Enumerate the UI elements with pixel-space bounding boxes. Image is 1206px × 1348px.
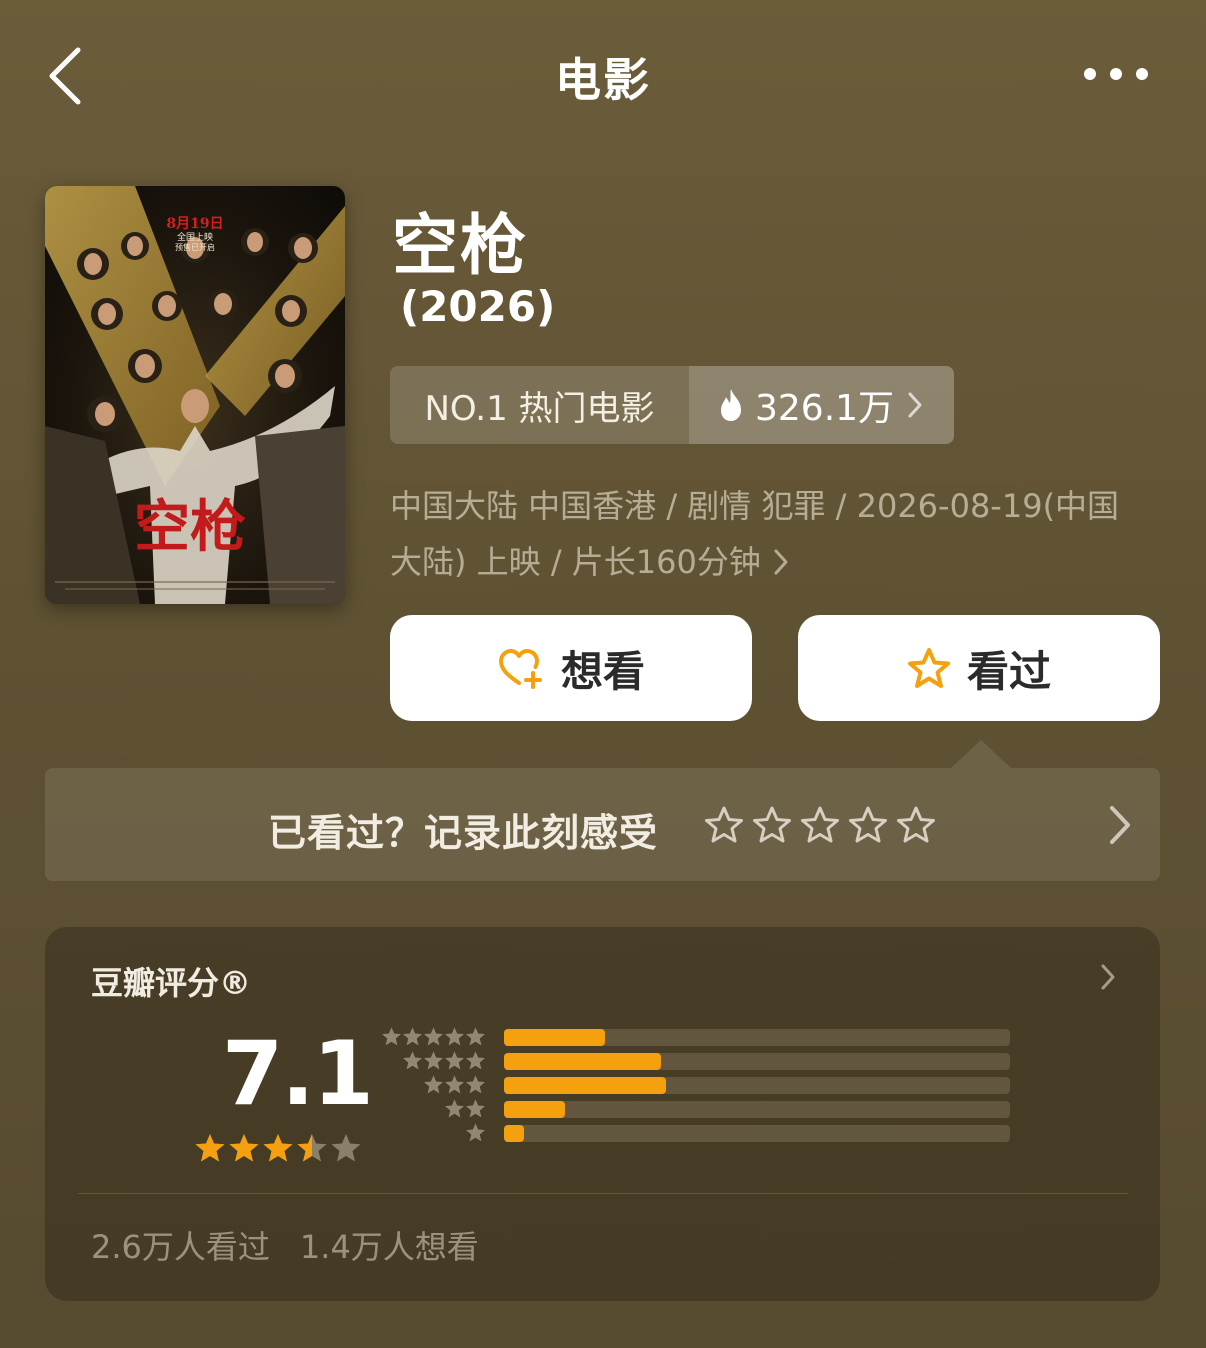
movie-poster[interactable]: 8月19日 全国上映 预售已开启 空枪 (45, 186, 345, 604)
distribution-row-1-star (380, 1122, 1020, 1146)
poster-image: 8月19日 全国上映 预售已开启 空枪 (45, 186, 345, 604)
small-star-icon (444, 1099, 465, 1118)
more-button[interactable] (1084, 66, 1148, 82)
star-outline-icon[interactable] (704, 805, 744, 845)
want-label: 想看 (560, 646, 645, 696)
poster-title-art: 空枪 (134, 494, 246, 560)
poster-release-date: 8月19日 (166, 216, 223, 232)
watched-button[interactable]: 看过 (798, 615, 1160, 721)
distribution-row-2-star (380, 1098, 1020, 1122)
movie-meta[interactable]: 中国大陆 中国香港 / 剧情 犯罪 / 2026-08-19(中国 大陆) 上映… (390, 478, 1150, 590)
distribution-star-label (423, 1074, 486, 1095)
small-star-icon (423, 1051, 444, 1070)
more-dot-icon (1110, 68, 1122, 80)
star-outline-icon[interactable] (752, 805, 792, 845)
small-star-icon (423, 1027, 444, 1046)
distribution-row-3-star (380, 1074, 1020, 1098)
want-to-watch-button[interactable]: 想看 (390, 615, 752, 721)
star-half-icon (297, 1134, 327, 1162)
star-filled-icon (195, 1134, 225, 1162)
small-star-icon (465, 1051, 486, 1070)
record-pointer (951, 740, 1011, 768)
flame-icon (721, 389, 741, 421)
small-star-icon (465, 1099, 486, 1118)
small-star-icon (444, 1051, 465, 1070)
distribution-star-label (465, 1122, 486, 1143)
heart-plus-icon (498, 649, 542, 689)
rank-badge[interactable]: NO.1 热门电影 326.1万 (390, 366, 954, 444)
distribution-bar (504, 1125, 525, 1142)
rating-score: 7.1 (222, 1022, 374, 1125)
star-empty-icon (331, 1134, 361, 1162)
star-outline-icon[interactable] (800, 805, 840, 845)
heat-value: 326.1万 (755, 388, 895, 429)
chevron-right-icon (908, 392, 922, 418)
small-star-icon (402, 1027, 423, 1046)
distribution-row-4-star (380, 1050, 1020, 1074)
movie-title: 空枪 (392, 207, 528, 284)
distribution-track (504, 1101, 1010, 1118)
chevron-right-icon (774, 549, 788, 575)
small-star-icon (444, 1027, 465, 1046)
small-star-icon (381, 1027, 402, 1046)
distribution-bar (504, 1077, 666, 1094)
divider (78, 1193, 1128, 1194)
star-filled-icon (229, 1134, 259, 1162)
distribution-star-label (402, 1050, 486, 1071)
more-dot-icon (1136, 68, 1148, 80)
star-outline-icon[interactable] (896, 805, 936, 845)
rank-label: NO.1 热门电影 (390, 366, 689, 444)
distribution-row-5-star (380, 1026, 1020, 1050)
poster-release-line1: 全国上映 (177, 231, 213, 243)
chevron-right-icon (1110, 806, 1130, 844)
watched-count[interactable]: 2.6万人看过 (91, 1222, 270, 1268)
record-star-rating[interactable] (704, 805, 936, 845)
movie-year: (2026) (400, 282, 556, 331)
seen-label: 看过 (966, 646, 1051, 696)
small-star-icon (423, 1075, 444, 1094)
heat-section[interactable]: 326.1万 (689, 366, 954, 444)
star-outline-icon[interactable] (848, 805, 888, 845)
record-chevron[interactable] (1104, 802, 1134, 852)
distribution-bar (504, 1101, 565, 1118)
distribution-track (504, 1125, 1010, 1142)
poster-release-line2: 预售已开启 (175, 242, 215, 252)
distribution-star-label (381, 1026, 486, 1047)
distribution-bar (504, 1053, 661, 1070)
audience-counts: 2.6万人看过 1.4万人想看 (91, 1222, 479, 1268)
small-star-icon (465, 1123, 486, 1142)
wanted-count[interactable]: 1.4万人想看 (300, 1222, 479, 1268)
small-star-icon (465, 1075, 486, 1094)
chevron-right-icon (1101, 964, 1115, 990)
rating-title: 豆瓣评分® (91, 964, 252, 1002)
small-star-icon (465, 1027, 486, 1046)
more-dot-icon (1084, 68, 1096, 80)
rating-chevron[interactable] (1098, 962, 1118, 996)
meta-line2: 大陆) 上映 / 片长160分钟 (390, 543, 761, 581)
small-star-icon (444, 1075, 465, 1094)
score-stars (194, 1132, 362, 1164)
page-title: 电影 (555, 53, 651, 107)
star-filled-icon (263, 1134, 293, 1162)
distribution-bar (504, 1029, 606, 1046)
distribution-star-label (444, 1098, 486, 1119)
star-outline-icon (907, 648, 950, 688)
record-prompt: 已看过？记录此刻感受 (268, 811, 659, 855)
small-star-icon (402, 1051, 423, 1070)
meta-line1: 中国大陆 中国香港 / 剧情 犯罪 / 2026-08-19(中国 (390, 487, 1120, 525)
